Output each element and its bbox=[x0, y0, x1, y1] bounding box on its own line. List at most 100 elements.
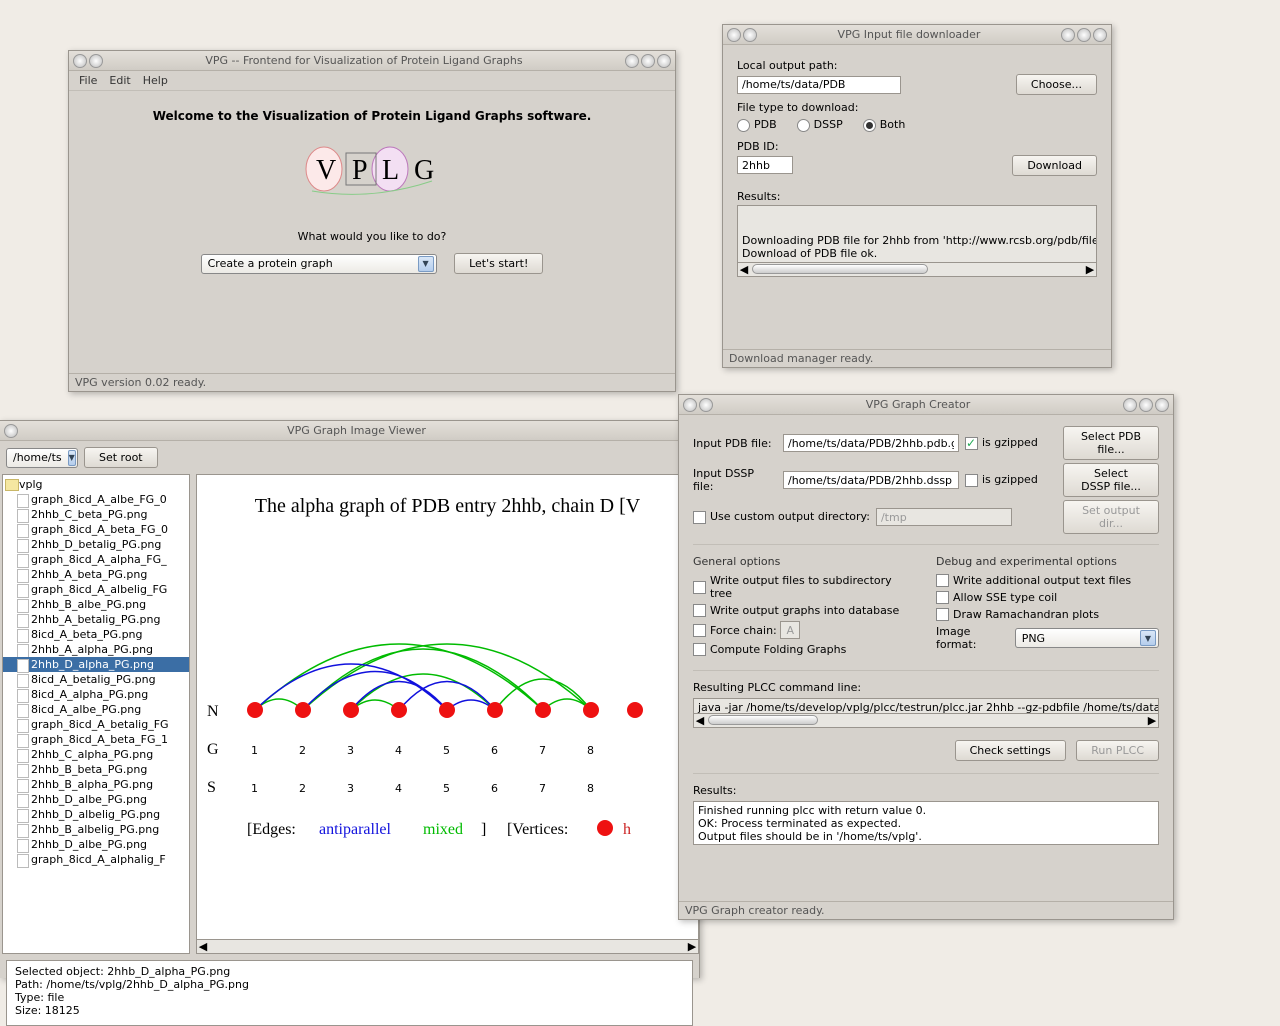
tree-file[interactable]: 2hhb_C_alpha_PG.png bbox=[3, 747, 189, 762]
start-button[interactable]: Let's start! bbox=[454, 253, 543, 274]
tree-file[interactable]: 2hhb_B_albe_PG.png bbox=[3, 597, 189, 612]
maximize-icon[interactable] bbox=[1077, 28, 1091, 42]
svg-text:antiparallel: antiparallel bbox=[319, 821, 392, 838]
tree-file[interactable]: 2hhb_A_beta_PG.png bbox=[3, 567, 189, 582]
tree-file[interactable]: 2hhb_B_albelig_PG.png bbox=[3, 822, 189, 837]
svg-text:1: 1 bbox=[251, 744, 258, 757]
opt-force-checkbox[interactable]: Force chain: bbox=[693, 621, 916, 639]
window-menu-icon[interactable] bbox=[89, 54, 103, 68]
dssp-file-label: Input DSSP file: bbox=[693, 467, 777, 493]
window-menu-icon[interactable] bbox=[4, 424, 18, 438]
tree-file[interactable]: graph_8icd_A_beta_FG_0 bbox=[3, 522, 189, 537]
minimize-icon[interactable] bbox=[625, 54, 639, 68]
menu-file[interactable]: File bbox=[79, 74, 97, 87]
radio-dssp[interactable]: DSSP bbox=[797, 118, 843, 132]
run-plcc-button[interactable]: Run PLCC bbox=[1076, 740, 1159, 761]
window-menu-icon[interactable] bbox=[699, 398, 713, 412]
tree-file[interactable]: 2hhb_D_albe_PG.png bbox=[3, 837, 189, 852]
tree-file[interactable]: 8icd_A_betalig_PG.png bbox=[3, 672, 189, 687]
results-textarea[interactable]: Finished running plcc with return value … bbox=[693, 801, 1159, 845]
radio-pdb[interactable]: PDB bbox=[737, 118, 777, 132]
custom-outdir-checkbox[interactable]: Use custom output directory: bbox=[693, 510, 870, 524]
output-path-input[interactable] bbox=[737, 76, 901, 94]
choose-button[interactable]: Choose... bbox=[1016, 74, 1097, 95]
svg-text:6: 6 bbox=[491, 782, 498, 795]
tree-file[interactable]: graph_8icd_A_albelig_FG bbox=[3, 582, 189, 597]
opt-coil-checkbox[interactable]: Allow SSE type coil bbox=[936, 591, 1159, 604]
downloader-window: VPG Input file downloader Local output p… bbox=[722, 24, 1112, 368]
path-combo[interactable]: /home/ts ▼ bbox=[6, 448, 78, 468]
menu-edit[interactable]: Edit bbox=[109, 74, 130, 87]
tree-file[interactable]: graph_8icd_A_betalig_FG bbox=[3, 717, 189, 732]
tree-file[interactable]: 8icd_A_albe_PG.png bbox=[3, 702, 189, 717]
tree-file[interactable]: graph_8icd_A_albe_FG_0 bbox=[3, 492, 189, 507]
svg-text:G: G bbox=[414, 155, 434, 186]
opt-addtxt-checkbox[interactable]: Write additional output text files bbox=[936, 574, 1159, 587]
tree-file[interactable]: 8icd_A_alpha_PG.png bbox=[3, 687, 189, 702]
tree-file[interactable]: 2hhb_D_albelig_PG.png bbox=[3, 807, 189, 822]
h-scrollbar[interactable]: ◀▶ bbox=[693, 714, 1159, 728]
action-combo[interactable]: Create a protein graph ▼ bbox=[201, 254, 437, 274]
svg-text:3: 3 bbox=[347, 782, 354, 795]
radio-both[interactable]: Both bbox=[863, 118, 906, 132]
cmd-textarea[interactable]: java -jar /home/ts/develop/vplg/plcc/tes… bbox=[693, 698, 1159, 714]
tree-file[interactable]: graph_8icd_A_alphalig_F bbox=[3, 852, 189, 867]
maximize-icon[interactable] bbox=[1139, 398, 1153, 412]
h-scrollbar[interactable]: ◀ ▶ bbox=[737, 263, 1097, 277]
custom-outdir-input bbox=[876, 508, 1012, 526]
file-tree[interactable]: vplggraph_8icd_A_albe_FG_02hhb_C_beta_PG… bbox=[2, 474, 190, 954]
setroot-button[interactable]: Set root bbox=[84, 447, 158, 468]
opt-subdir-checkbox[interactable]: Write output files to subdirectory tree bbox=[693, 574, 916, 600]
tree-file[interactable]: 2hhb_D_alpha_PG.png bbox=[3, 657, 189, 672]
tree-file[interactable]: 2hhb_B_alpha_PG.png bbox=[3, 777, 189, 792]
h-scrollbar[interactable]: ◀▶ bbox=[197, 939, 698, 953]
download-button[interactable]: Download bbox=[1012, 155, 1097, 176]
tree-file[interactable]: 2hhb_D_albe_PG.png bbox=[3, 792, 189, 807]
tree-file[interactable]: graph_8icd_A_beta_FG_1 bbox=[3, 732, 189, 747]
svg-text:[Vertices:: [Vertices: bbox=[507, 821, 568, 838]
info-type: Type: file bbox=[15, 991, 684, 1004]
graph-title: The alpha graph of PDB entry 2hhb, chain… bbox=[197, 495, 698, 518]
svg-text:7: 7 bbox=[539, 744, 546, 757]
info-size: Size: 18125 bbox=[15, 1004, 684, 1017]
minimize-icon[interactable] bbox=[1123, 398, 1137, 412]
opt-rama-checkbox[interactable]: Draw Ramachandran plots bbox=[936, 608, 1159, 621]
tree-file[interactable]: 2hhb_A_alpha_PG.png bbox=[3, 642, 189, 657]
tree-file[interactable]: 2hhb_A_betalig_PG.png bbox=[3, 612, 189, 627]
tree-file[interactable]: 2hhb_B_beta_PG.png bbox=[3, 762, 189, 777]
tree-folder[interactable]: vplg bbox=[3, 477, 189, 492]
close-icon[interactable] bbox=[1155, 398, 1169, 412]
tree-file[interactable]: graph_8icd_A_alpha_FG_ bbox=[3, 552, 189, 567]
minimize-icon[interactable] bbox=[1061, 28, 1075, 42]
results-textarea[interactable]: Downloading PDB file for 2hhb from 'http… bbox=[737, 205, 1097, 263]
close-icon[interactable] bbox=[657, 54, 671, 68]
menu-help[interactable]: Help bbox=[143, 74, 168, 87]
graph-canvas: The alpha graph of PDB entry 2hhb, chain… bbox=[196, 474, 699, 954]
maximize-icon[interactable] bbox=[641, 54, 655, 68]
pdbid-input[interactable] bbox=[737, 156, 793, 174]
titlebar[interactable]: VPG Graph Creator bbox=[679, 395, 1173, 415]
pdb-gzip-checkbox[interactable]: is gzipped bbox=[965, 436, 1038, 450]
svg-text:2: 2 bbox=[299, 744, 306, 757]
dssp-gzip-checkbox[interactable]: is gzipped bbox=[965, 473, 1038, 487]
titlebar[interactable]: VPG Input file downloader bbox=[723, 25, 1111, 45]
check-settings-button[interactable]: Check settings bbox=[955, 740, 1066, 761]
imgfmt-combo[interactable]: PNG ▼ bbox=[1015, 628, 1159, 648]
select-pdb-button[interactable]: Select PDB file... bbox=[1063, 426, 1159, 460]
window-menu-icon[interactable] bbox=[743, 28, 757, 42]
titlebar[interactable]: VPG -- Frontend for Visualization of Pro… bbox=[69, 51, 675, 71]
window-title: VPG Input file downloader bbox=[757, 28, 1061, 41]
tree-file[interactable]: 8icd_A_beta_PG.png bbox=[3, 627, 189, 642]
titlebar[interactable]: VPG Graph Image Viewer bbox=[0, 421, 699, 441]
svg-text:3: 3 bbox=[347, 744, 354, 757]
window-title: VPG -- Frontend for Visualization of Pro… bbox=[103, 54, 625, 67]
dssp-file-input[interactable] bbox=[783, 471, 959, 489]
pdb-file-input[interactable] bbox=[783, 434, 959, 452]
tree-file[interactable]: 2hhb_D_betalig_PG.png bbox=[3, 537, 189, 552]
svg-text:5: 5 bbox=[443, 782, 450, 795]
close-icon[interactable] bbox=[1093, 28, 1107, 42]
opt-db-checkbox[interactable]: Write output graphs into database bbox=[693, 604, 916, 617]
select-dssp-button[interactable]: Select DSSP file... bbox=[1063, 463, 1159, 497]
tree-file[interactable]: 2hhb_C_beta_PG.png bbox=[3, 507, 189, 522]
opt-folding-checkbox[interactable]: Compute Folding Graphs bbox=[693, 643, 916, 656]
